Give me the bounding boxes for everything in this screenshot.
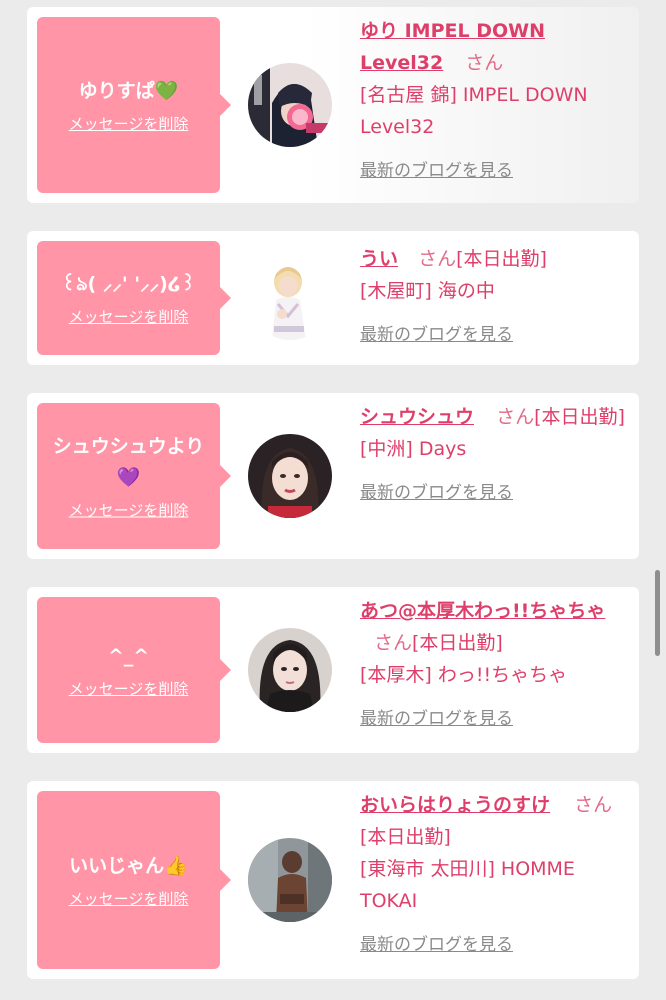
latest-blog-link[interactable]: 最新のブログを見る xyxy=(360,319,513,351)
message-card: ꒰ঌ( ⸝⸝' '⸝⸝)໒꒱ メッセージを削除 うい さん[本日出勤] [木屋町… xyxy=(27,231,639,365)
work-status: [本日出勤] xyxy=(534,406,625,428)
avatar-photo-icon xyxy=(248,63,332,147)
work-status: [本日出勤] xyxy=(456,248,547,270)
avatar[interactable] xyxy=(248,256,332,340)
name-suffix: さん xyxy=(496,406,535,428)
message-text: いいじゃん👍 xyxy=(69,855,188,877)
delete-message-link[interactable]: メッセージを削除 xyxy=(69,306,189,327)
sender-name-link[interactable]: シュウシュウ xyxy=(360,406,474,428)
message-bubble: ꒰ঌ( ⸝⸝' '⸝⸝)໒꒱ メッセージを削除 xyxy=(37,241,231,355)
latest-blog-link[interactable]: 最新のブログを見る xyxy=(360,477,513,509)
sender-name-link[interactable]: おいらはりょうのすけ xyxy=(360,794,550,816)
latest-blog-link[interactable]: 最新のブログを見る xyxy=(360,703,513,735)
shop-location: [木屋町] 海の中 xyxy=(360,280,495,302)
sender-info: シュウシュウ さん[本日出勤] [中洲] Days 最新のブログを見る xyxy=(360,401,632,509)
avatar-photo-icon xyxy=(248,256,332,340)
sender-info: ゆり IMPEL DOWN Level32 さん [名古屋 錦] IMPEL D… xyxy=(360,15,632,187)
name-suffix: さん xyxy=(374,632,413,654)
sender-name-link[interactable]: ゆり IMPEL DOWN Level32 xyxy=(360,20,545,74)
work-status: [本日出勤] xyxy=(412,632,503,654)
shop-location: [東海市 太田川] HOMME TOKAI xyxy=(360,858,575,912)
message-text: ꒰ঌ( ⸝⸝' '⸝⸝)໒꒱ xyxy=(61,273,196,295)
message-text: シュウシュウより💜 xyxy=(52,435,205,489)
name-suffix: さん xyxy=(418,248,457,270)
avatar[interactable] xyxy=(248,838,332,922)
message-card: ゆりすぱ💚 メッセージを削除 ゆり IMPEL DOWN Level32 さん … xyxy=(27,7,639,203)
delete-message-link[interactable]: メッセージを削除 xyxy=(69,500,189,521)
delete-message-link[interactable]: メッセージを削除 xyxy=(69,113,189,134)
sender-name-link[interactable]: あつ@本厚木わっ!!ちゃちゃ xyxy=(360,600,605,622)
message-bubble: ^_^ メッセージを削除 xyxy=(37,597,231,743)
message-bubble: シュウシュウより💜 メッセージを削除 xyxy=(37,403,231,549)
work-status: [本日出勤] xyxy=(360,826,451,848)
sender-name-link[interactable]: うい xyxy=(360,248,398,270)
message-list-page: ゆりすぱ💚 メッセージを削除 ゆり IMPEL DOWN Level32 さん … xyxy=(0,0,666,1000)
avatar-photo-icon xyxy=(248,838,332,922)
message-bubble: いいじゃん👍 メッセージを削除 xyxy=(37,791,231,969)
avatar[interactable] xyxy=(248,628,332,712)
message-card: シュウシュウより💜 メッセージを削除 シュウシュウ さん[本日出勤] [中洲] … xyxy=(27,393,639,559)
message-text: ^_^ xyxy=(107,645,150,667)
message-text: ゆりすぱ💚 xyxy=(78,80,179,102)
avatar[interactable] xyxy=(248,434,332,518)
avatar-photo-icon xyxy=(248,434,332,518)
shop-location: [本厚木] わっ!!ちゃちゃ xyxy=(360,664,568,686)
shop-location: [名古屋 錦] IMPEL DOWN Level32 xyxy=(360,84,588,138)
message-card: いいじゃん👍 メッセージを削除 おいらはりょうのすけ さん [本日出勤] [東海市… xyxy=(27,781,639,979)
latest-blog-link[interactable]: 最新のブログを見る xyxy=(360,929,513,961)
avatar-photo-icon xyxy=(248,628,332,712)
delete-message-link[interactable]: メッセージを削除 xyxy=(69,888,189,909)
sender-info: おいらはりょうのすけ さん [本日出勤] [東海市 太田川] HOMME TOKA… xyxy=(360,789,632,961)
message-bubble: ゆりすぱ💚 メッセージを削除 xyxy=(37,17,231,193)
sender-info: あつ@本厚木わっ!!ちゃちゃ さん[本日出勤] [本厚木] わっ!!ちゃちゃ 最… xyxy=(360,595,632,735)
scrollbar-thumb[interactable] xyxy=(655,570,660,656)
message-card: ^_^ メッセージを削除 あつ@本厚木わっ!!ちゃちゃ さん[本日出勤] [本厚… xyxy=(27,587,639,753)
sender-info: うい さん[本日出勤] [木屋町] 海の中 最新のブログを見る xyxy=(360,243,632,351)
shop-location: [中洲] Days xyxy=(360,438,467,460)
name-suffix: さん xyxy=(465,52,504,74)
latest-blog-link[interactable]: 最新のブログを見る xyxy=(360,155,513,187)
avatar[interactable] xyxy=(248,63,332,147)
delete-message-link[interactable]: メッセージを削除 xyxy=(69,678,189,699)
name-suffix: さん xyxy=(574,794,613,816)
